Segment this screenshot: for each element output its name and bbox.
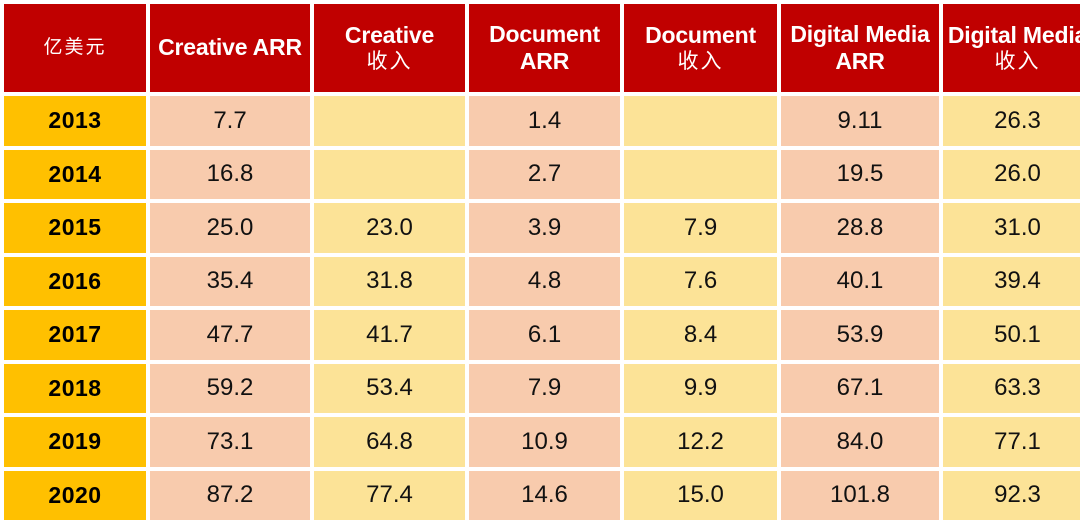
header-label-line1: Document xyxy=(489,20,600,47)
table-row: 2019 73.1 64.8 10.9 12.2 84.0 77.1 xyxy=(4,417,1080,467)
cell-creative_arr: 47.7 xyxy=(150,310,310,360)
cell-document_arr: 3.9 xyxy=(469,203,620,253)
cell-creative_rev xyxy=(314,96,465,146)
cell-digital_rev: 31.0 xyxy=(943,203,1080,253)
cell-digital_arr: 19.5 xyxy=(781,149,939,199)
cell-creative_arr: 25.0 xyxy=(150,203,310,253)
header-label-line2: ARR xyxy=(519,48,570,74)
cell-digital_rev: 26.0 xyxy=(943,149,1080,199)
row-year-cell: 2015 xyxy=(4,203,146,253)
cell-document_rev: 9.9 xyxy=(624,363,777,413)
cell-digital_arr: 101.8 xyxy=(781,470,939,520)
cell-digital_rev: 63.3 xyxy=(943,363,1080,413)
cell-digital_rev: 77.1 xyxy=(943,417,1080,467)
cell-document_rev xyxy=(624,149,777,199)
header-label-line1: Creative ARR xyxy=(158,34,302,61)
cell-document_rev: 8.4 xyxy=(624,310,777,360)
header-cell-document-arr: Document ARR xyxy=(469,4,620,92)
table-row: 2017 47.7 41.7 6.1 8.4 53.9 50.1 xyxy=(4,310,1080,360)
header-cell-digital-media-arr: Digital Media ARR xyxy=(781,4,939,92)
cell-creative_arr: 59.2 xyxy=(150,363,310,413)
cell-creative_rev: 77.4 xyxy=(314,470,465,520)
cell-document_arr: 6.1 xyxy=(469,310,620,360)
table-row: 2015 25.0 23.0 3.9 7.9 28.8 31.0 xyxy=(4,203,1080,253)
cell-creative_rev xyxy=(314,149,465,199)
table-row: 2018 59.2 53.4 7.9 9.9 67.1 63.3 xyxy=(4,363,1080,413)
header-label-line1: Digital Media xyxy=(947,22,1080,49)
row-year-cell: 2014 xyxy=(4,149,146,199)
cell-digital_arr: 84.0 xyxy=(781,417,939,467)
table-row: 2016 35.4 31.8 4.8 7.6 40.1 39.4 xyxy=(4,256,1080,306)
cell-document_rev xyxy=(624,96,777,146)
row-year-cell: 2018 xyxy=(4,363,146,413)
row-year-cell: 2017 xyxy=(4,310,146,360)
cell-digital_arr: 9.11 xyxy=(781,96,939,146)
cell-digital_arr: 53.9 xyxy=(781,310,939,360)
table-row: 2013 7.7 1.4 9.11 26.3 xyxy=(4,96,1080,146)
header-label-line2: 收入 xyxy=(366,49,413,74)
cell-digital_rev: 50.1 xyxy=(943,310,1080,360)
cell-document_rev: 7.6 xyxy=(624,256,777,306)
table-header: 亿美元 Creative ARR Creative 收入 Document AR… xyxy=(4,4,1080,92)
cell-creative_rev: 31.8 xyxy=(314,256,465,306)
cell-document_rev: 15.0 xyxy=(624,470,777,520)
cell-digital_rev: 39.4 xyxy=(943,256,1080,306)
row-year-cell: 2020 xyxy=(4,470,146,520)
cell-document_arr: 1.4 xyxy=(469,96,620,146)
cell-document_rev: 7.9 xyxy=(624,203,777,253)
cell-document_arr: 14.6 xyxy=(469,470,620,520)
cell-digital_arr: 40.1 xyxy=(781,256,939,306)
cell-creative_rev: 41.7 xyxy=(314,310,465,360)
header-label-line2: ARR xyxy=(835,48,885,74)
row-year-cell: 2013 xyxy=(4,96,146,146)
cell-creative_arr: 7.7 xyxy=(150,96,310,146)
cell-creative_rev: 64.8 xyxy=(314,417,465,467)
cell-document_arr: 10.9 xyxy=(469,417,620,467)
cell-creative_arr: 35.4 xyxy=(150,256,310,306)
cell-document_arr: 7.9 xyxy=(469,363,620,413)
cell-document_arr: 4.8 xyxy=(469,256,620,306)
table-row: 2014 16.8 2.7 19.5 26.0 xyxy=(4,149,1080,199)
cell-digital_arr: 28.8 xyxy=(781,203,939,253)
header-cell-creative-revenue: Creative 收入 xyxy=(314,4,465,92)
cell-document_arr: 2.7 xyxy=(469,149,620,199)
cell-creative_rev: 23.0 xyxy=(314,203,465,253)
header-cell-document-revenue: Document 收入 xyxy=(624,4,777,92)
header-cell-digital-media-revenue: Digital Media 收入 xyxy=(943,4,1080,92)
header-label-line1: Document xyxy=(645,22,756,49)
cell-creative_rev: 53.4 xyxy=(314,363,465,413)
row-year-cell: 2016 xyxy=(4,256,146,306)
table-header-row: 亿美元 Creative ARR Creative 收入 Document AR… xyxy=(4,4,1080,92)
header-cell-unit: 亿美元 xyxy=(4,4,146,92)
cell-document_rev: 12.2 xyxy=(624,417,777,467)
table-row: 2020 87.2 77.4 14.6 15.0 101.8 92.3 xyxy=(4,470,1080,520)
header-unit-label: 亿美元 xyxy=(43,36,107,58)
table-body: 2013 7.7 1.4 9.11 26.3 2014 16.8 2.7 19.5 26.0 201… xyxy=(4,96,1080,520)
cell-creative_arr: 16.8 xyxy=(150,149,310,199)
header-label-line2: 收入 xyxy=(677,49,724,74)
cell-creative_arr: 73.1 xyxy=(150,417,310,467)
header-label-line1: Creative xyxy=(344,22,435,49)
cell-creative_arr: 87.2 xyxy=(150,470,310,520)
header-label-line2: 收入 xyxy=(994,49,1041,74)
cell-digital_rev: 26.3 xyxy=(943,96,1080,146)
financial-data-table: 亿美元 Creative ARR Creative 收入 Document AR… xyxy=(0,0,1080,524)
header-cell-creative-arr: Creative ARR xyxy=(150,4,310,92)
cell-digital_rev: 92.3 xyxy=(943,470,1080,520)
row-year-cell: 2019 xyxy=(4,417,146,467)
header-label-line1: Digital Media xyxy=(790,20,930,47)
cell-digital_arr: 67.1 xyxy=(781,363,939,413)
